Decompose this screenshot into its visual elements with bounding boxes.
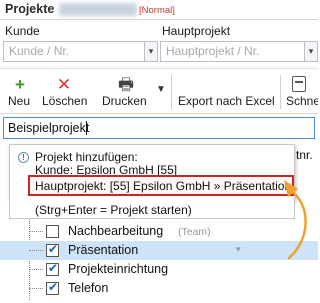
annotation-arrow bbox=[284, 180, 307, 260]
